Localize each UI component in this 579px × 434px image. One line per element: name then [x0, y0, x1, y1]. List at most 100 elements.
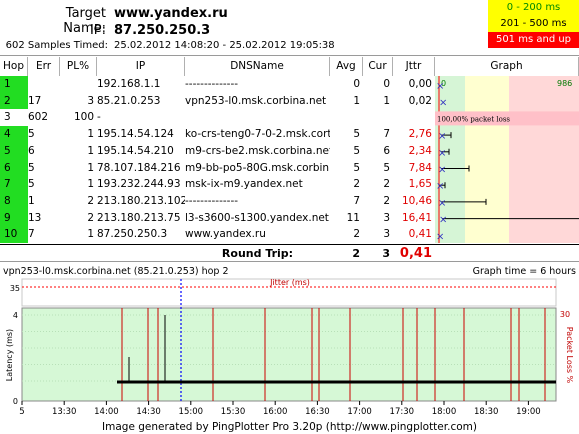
- hop-pl: 100: [73, 111, 94, 124]
- latency-tick-label: 0: [13, 397, 18, 406]
- table-header-row: Hop Err PL% IP DNSName Avg Cur Jttr Grap…: [0, 57, 579, 76]
- latency-marker: ×: [439, 98, 447, 109]
- packet-loss-text: 100,00% packet loss: [437, 115, 510, 123]
- hop-number: 3: [0, 109, 28, 127]
- x-tick-label: 5: [19, 407, 24, 417]
- latency-marker: ×: [438, 148, 446, 159]
- x-tick-label: 17:30: [390, 407, 415, 417]
- hop-number: 9: [0, 209, 28, 227]
- x-tick-label: 16:00: [263, 407, 288, 417]
- hop-number: 10: [0, 226, 28, 244]
- hop-err: 7: [28, 228, 35, 241]
- samples-value: 25.02.2012 14:08:20 - 25.02.2012 19:05:3…: [114, 40, 335, 51]
- hop-ip: 195.14.54.210: [97, 144, 174, 157]
- hop-number: 7: [0, 176, 28, 194]
- graph-zone-red: [509, 76, 579, 243]
- hop-pl: 3: [87, 94, 94, 107]
- samples-label: 602 Samples Timed:: [5, 40, 108, 51]
- table-graph-column: 0 986 ××100,00% packet loss×××××××: [435, 76, 579, 243]
- hop-dnsname: msk-ix-m9.yandex.net: [185, 178, 303, 191]
- latency-tick-label: 4: [13, 311, 18, 320]
- hop-number: 8: [0, 192, 28, 210]
- col-header-pl[interactable]: PL%: [60, 57, 97, 76]
- hop-avg: 1: [353, 94, 360, 107]
- hop-number: 5: [0, 142, 28, 160]
- ip-value: 87.250.250.3: [114, 23, 211, 38]
- hop-ip: 193.232.244.93: [97, 178, 181, 191]
- hop-number: 4: [0, 126, 28, 144]
- hop-pl: 1: [87, 178, 94, 191]
- hop-jttr: 0,41: [408, 228, 432, 241]
- legend-yellow-label: 201 - 500 ms: [500, 18, 567, 29]
- hop-jttr: 7,84: [408, 161, 432, 174]
- hop-pl: 1: [87, 144, 94, 157]
- col-header-dns[interactable]: DNSName: [185, 57, 330, 76]
- hop-dnsname: vpn253-l0.msk.corbina.net: [185, 94, 327, 107]
- hop-dnsname: --------------: [185, 194, 239, 207]
- hop-jttr: 0,00: [408, 78, 432, 90]
- latency-marker: ×: [438, 131, 446, 142]
- hop-cur: 1: [383, 94, 390, 107]
- graph-scale-right: 986: [557, 79, 572, 88]
- hop-avg: 5: [353, 128, 360, 141]
- round-trip-avg: 2: [352, 247, 360, 260]
- hop-jttr: 2,34: [408, 144, 432, 157]
- hop-jttr: 1,65: [408, 178, 432, 191]
- hop-dnsname: www.yandex.ru: [185, 228, 266, 241]
- x-tick-label: 19:00: [516, 407, 541, 417]
- x-tick-label: 18:00: [432, 407, 457, 417]
- hop-number: 6: [0, 159, 28, 177]
- hop-dnsname: m9-crs-be2.msk.corbina.net: [185, 144, 330, 157]
- hop-avg: 2: [353, 178, 360, 191]
- col-header-graph[interactable]: Graph: [435, 57, 579, 76]
- col-header-hop[interactable]: Hop: [0, 57, 28, 76]
- latency-marker: ×: [438, 165, 446, 176]
- legend-red: 501 ms and up: [488, 32, 579, 48]
- hop-ip: 213.180.213.102: [97, 194, 185, 207]
- legend-red-label: 501 ms and up: [495, 34, 572, 45]
- latency-chart: vpn253-l0.msk.corbina.net (85.21.0.253) …: [0, 263, 579, 420]
- ip-label: IP:: [89, 23, 106, 38]
- hop-err: 602: [28, 111, 49, 124]
- col-header-err[interactable]: Err: [28, 57, 60, 76]
- col-header-avg[interactable]: Avg: [330, 57, 363, 76]
- hop-dnsname: m9-bb-po5-80G.msk.corbin: [185, 161, 330, 174]
- col-header-ip[interactable]: IP: [97, 57, 185, 76]
- hop-avg: 5: [353, 161, 360, 174]
- x-tick-label: 15:00: [179, 407, 204, 417]
- latency-marker: ×: [436, 181, 444, 192]
- hop-number: 2: [0, 92, 28, 110]
- round-trip-label: Round Trip:: [221, 247, 294, 260]
- hop-ip: 85.21.0.253: [97, 94, 161, 107]
- hop-ip: 195.14.54.124: [97, 128, 174, 141]
- col-header-cur[interactable]: Cur: [363, 57, 393, 76]
- latency-axis-label: Latency (ms): [5, 329, 14, 381]
- legend-green-label: 0 - 200 ms: [506, 2, 561, 13]
- hop-jttr: 10,46: [401, 194, 432, 207]
- hop-err: 6: [28, 144, 35, 157]
- hop-ip: 87.250.250.3: [97, 228, 168, 241]
- hop-err: 5: [28, 128, 35, 141]
- hop-cur: 3: [383, 228, 390, 241]
- header-panel: Target Name: www.yandex.ru IP: 87.250.25…: [0, 0, 579, 56]
- hop-ip: -: [97, 111, 101, 124]
- x-tick-label: 14:30: [136, 407, 161, 417]
- latency-marker: ×: [439, 215, 447, 226]
- col-header-jttr[interactable]: Jttr: [393, 57, 435, 76]
- jitter-label: Jitter (ms): [269, 278, 310, 287]
- hop-jttr: 16,41: [401, 211, 432, 224]
- hop-err: 13: [28, 211, 42, 224]
- hop-jttr: 2,76: [408, 128, 432, 141]
- hop-cur: 0: [383, 78, 390, 90]
- x-tick-label: 18:30: [474, 407, 499, 417]
- packet-loss-max-label: 30: [560, 310, 570, 319]
- hop-pl: 1: [87, 161, 94, 174]
- graph-zone-yellow: [465, 76, 509, 243]
- latency-plot-area: [21, 307, 557, 402]
- x-tick-label: 13:30: [52, 407, 77, 417]
- hop-dnsname: [185, 109, 330, 126]
- hop-cur: 6: [383, 144, 390, 157]
- hop-avg: 11: [346, 211, 360, 224]
- latency-marker: ×: [436, 231, 444, 242]
- hop-avg: 2: [353, 228, 360, 241]
